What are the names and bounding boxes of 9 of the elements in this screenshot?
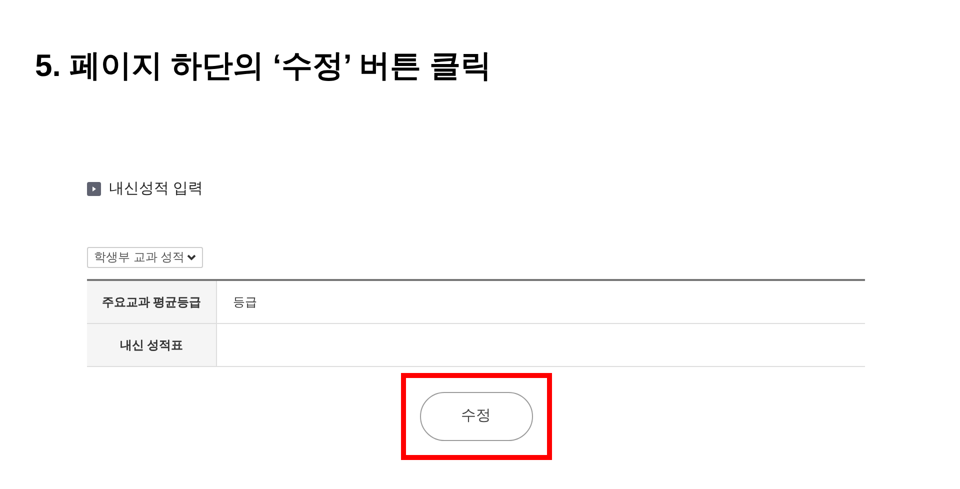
section-title: 내신성적 입력 bbox=[109, 179, 204, 199]
edit-button[interactable]: 수정 bbox=[420, 392, 532, 441]
page-heading: 5. 페이지 하단의 ‘수정’ 버튼 클릭 bbox=[35, 47, 492, 85]
table-cell-text: 등급 bbox=[233, 294, 257, 311]
row-header: 내신 성적표 bbox=[87, 324, 217, 366]
play-icon bbox=[87, 182, 101, 196]
select-dropdown[interactable]: 학생부 교과 성적 bbox=[87, 246, 203, 268]
row-header: 주요교과 평균등급 bbox=[87, 281, 217, 323]
chevron-icon bbox=[186, 254, 196, 260]
